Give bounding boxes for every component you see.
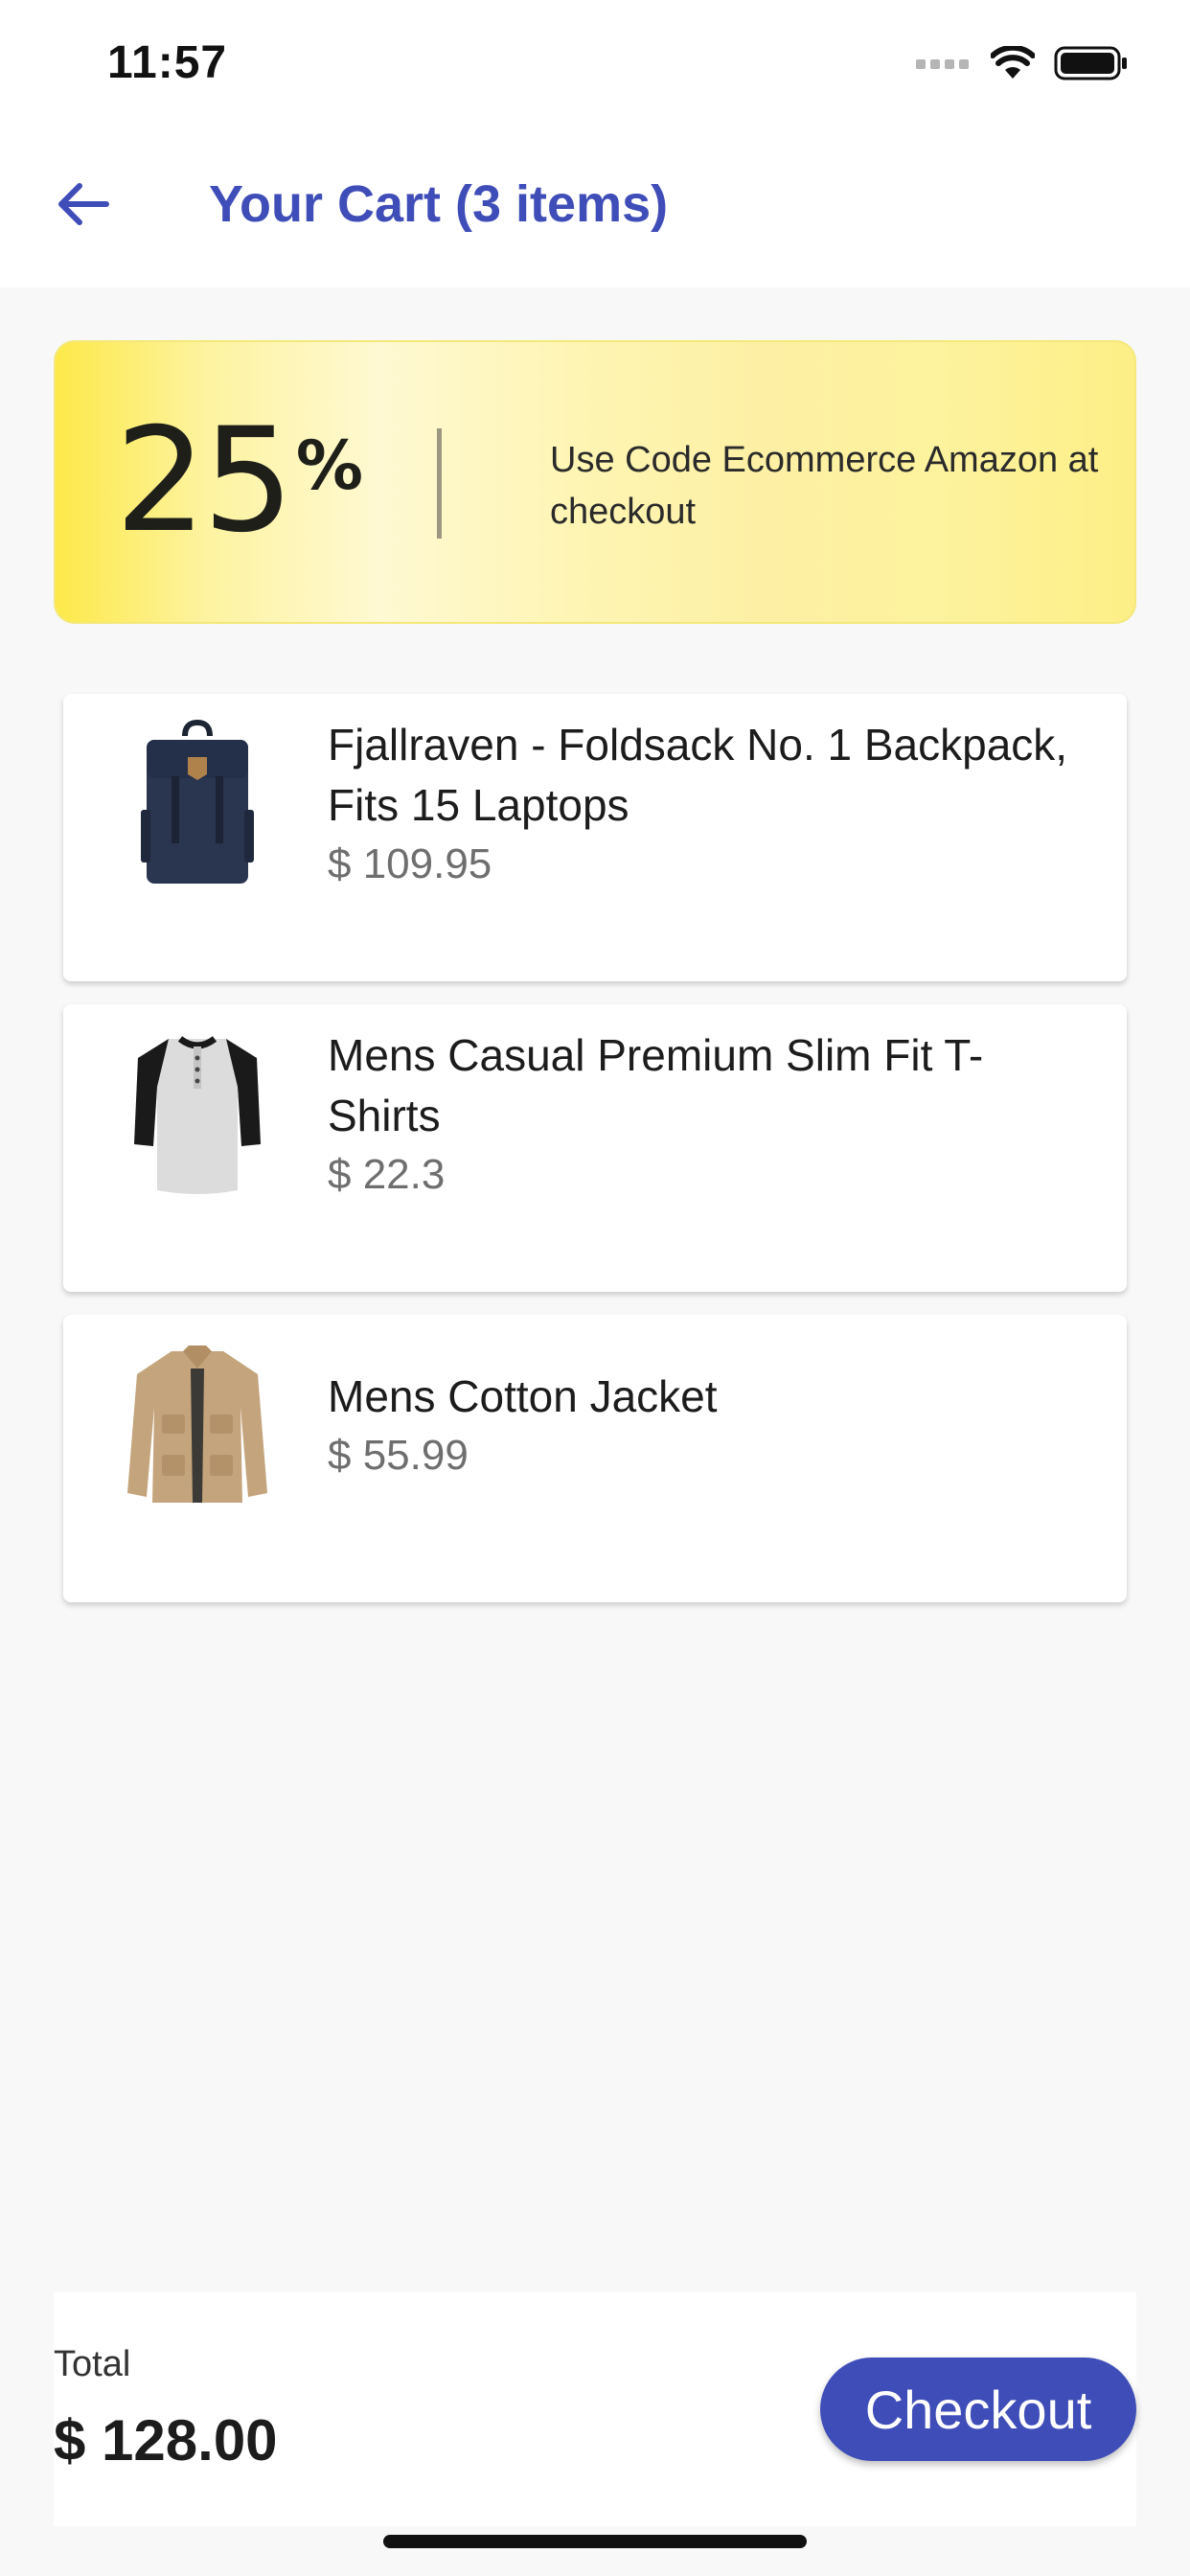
cart-item-info: Mens Casual Premium Slim Fit T-Shirts $ … [328,1024,1079,1206]
page-title: Your Cart (3 items) [209,175,669,233]
cart-item-name: Mens Casual Premium Slim Fit T-Shirts [328,1030,984,1140]
cart-item-price: $ 22.3 [328,1151,446,1198]
cart-list: Fjallraven - Foldsack No. 1 Backpack, Fi… [63,694,1127,1625]
home-indicator[interactable] [383,2535,807,2548]
back-button[interactable] [50,172,117,240]
total-value: $ 128.00 [54,2408,278,2472]
promo-divider [437,428,442,539]
backpack-image [121,711,274,893]
promo-discount: 25 % [115,409,363,553]
battery-icon [1054,46,1129,85]
promo-percent-sign: % [295,426,364,505]
checkout-button[interactable]: Checkout [820,2358,1136,2461]
cart-item[interactable]: Mens Cotton Jacket $ 55.99 [63,1315,1127,1602]
total-label: Total [54,2344,131,2384]
arrow-left-icon [57,181,110,232]
cart-item-info: Fjallraven - Foldsack No. 1 Backpack, Fi… [328,713,1079,895]
promo-text: Use Code Ecommerce Amazon at checkout [550,440,1099,532]
cart-item-info: Mens Cotton Jacket $ 55.99 [328,1334,1079,1516]
jacket-image [121,1332,274,1514]
cart-item-name: Fjallraven - Foldsack No. 1 Backpack, Fi… [328,720,1068,830]
cart-item[interactable]: Fjallraven - Foldsack No. 1 Backpack, Fi… [63,694,1127,981]
promo-percent-value: 25 [115,398,294,564]
tshirt-image [121,1022,274,1204]
status-icons [916,44,1129,85]
cart-item-price: $ 55.99 [328,1431,469,1479]
checkout-bar: Total $ 128.00 Checkout [54,2292,1136,2526]
status-bar: 11:57 [0,0,1190,125]
wifi-icon [990,44,1036,85]
status-time: 11:57 [107,37,228,88]
cart-item-price: $ 109.95 [328,840,492,887]
signal-icon [916,57,972,75]
promo-banner: 25 % Use Code Ecommerce Amazon at checko… [54,340,1136,624]
app-header: Your Cart (3 items) [0,125,1190,288]
cart-item[interactable]: Mens Casual Premium Slim Fit T-Shirts $ … [63,1004,1127,1292]
cart-item-name: Mens Cotton Jacket [328,1370,718,1421]
